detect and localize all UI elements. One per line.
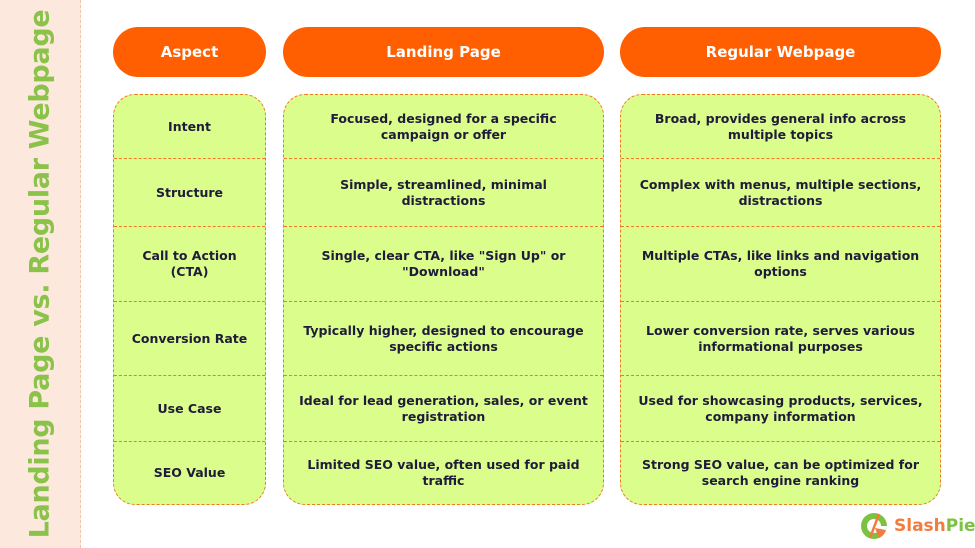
aspect-cell: Structure: [114, 158, 265, 226]
regular-cell: Broad, provides general info across mult…: [654, 110, 907, 142]
regular-cell: Strong SEO value, can be optimized for s…: [621, 441, 940, 503]
logo-text-pie: Pie: [945, 516, 975, 536]
landing-cell: Focused, designed for a specific campaig…: [330, 110, 557, 142]
regular-cell: Lower conversion rate, serves various in…: [621, 301, 940, 375]
landing-cell: Typically higher, designed to encourage …: [284, 301, 603, 375]
regular-cell: Complex with menus, multiple sections, d…: [621, 158, 940, 226]
landing-cell: Limited SEO value, often used for paid t…: [284, 441, 603, 503]
slashpie-logo: SlashPie: [860, 512, 975, 540]
aspect-cell: SEO Value: [114, 441, 265, 503]
header-aspect: Aspect: [113, 27, 266, 77]
page-title: Landing Page vs. Regular Webpage: [24, 9, 56, 539]
aspect-cell: Intent: [168, 118, 211, 134]
logo-text-slash: Slash: [894, 516, 946, 536]
regular-webpage-column: Broad, provides general info across mult…: [620, 94, 941, 505]
landing-cell: Ideal for lead generation, sales, or eve…: [284, 375, 603, 441]
aspect-cell: Use Case: [114, 375, 265, 441]
aspect-column: Intent Structure Call to Action (CTA) Co…: [113, 94, 266, 505]
landing-cell: Simple, streamlined, minimal distraction…: [284, 158, 603, 226]
aspect-cell: Call to Action (CTA): [114, 226, 265, 301]
aspect-cell: Conversion Rate: [114, 301, 265, 375]
header-landing-page: Landing Page: [283, 27, 604, 77]
landing-page-column: Focused, designed for a specific campaig…: [283, 94, 604, 505]
regular-cell: Used for showcasing products, services, …: [621, 375, 940, 441]
slashpie-logo-icon: [861, 513, 887, 539]
landing-cell: Single, clear CTA, like "Sign Up" or "Do…: [284, 226, 603, 301]
header-regular-webpage: Regular Webpage: [620, 27, 941, 77]
regular-cell: Multiple CTAs, like links and navigation…: [621, 226, 940, 301]
logo-text: SlashPie: [894, 516, 975, 536]
